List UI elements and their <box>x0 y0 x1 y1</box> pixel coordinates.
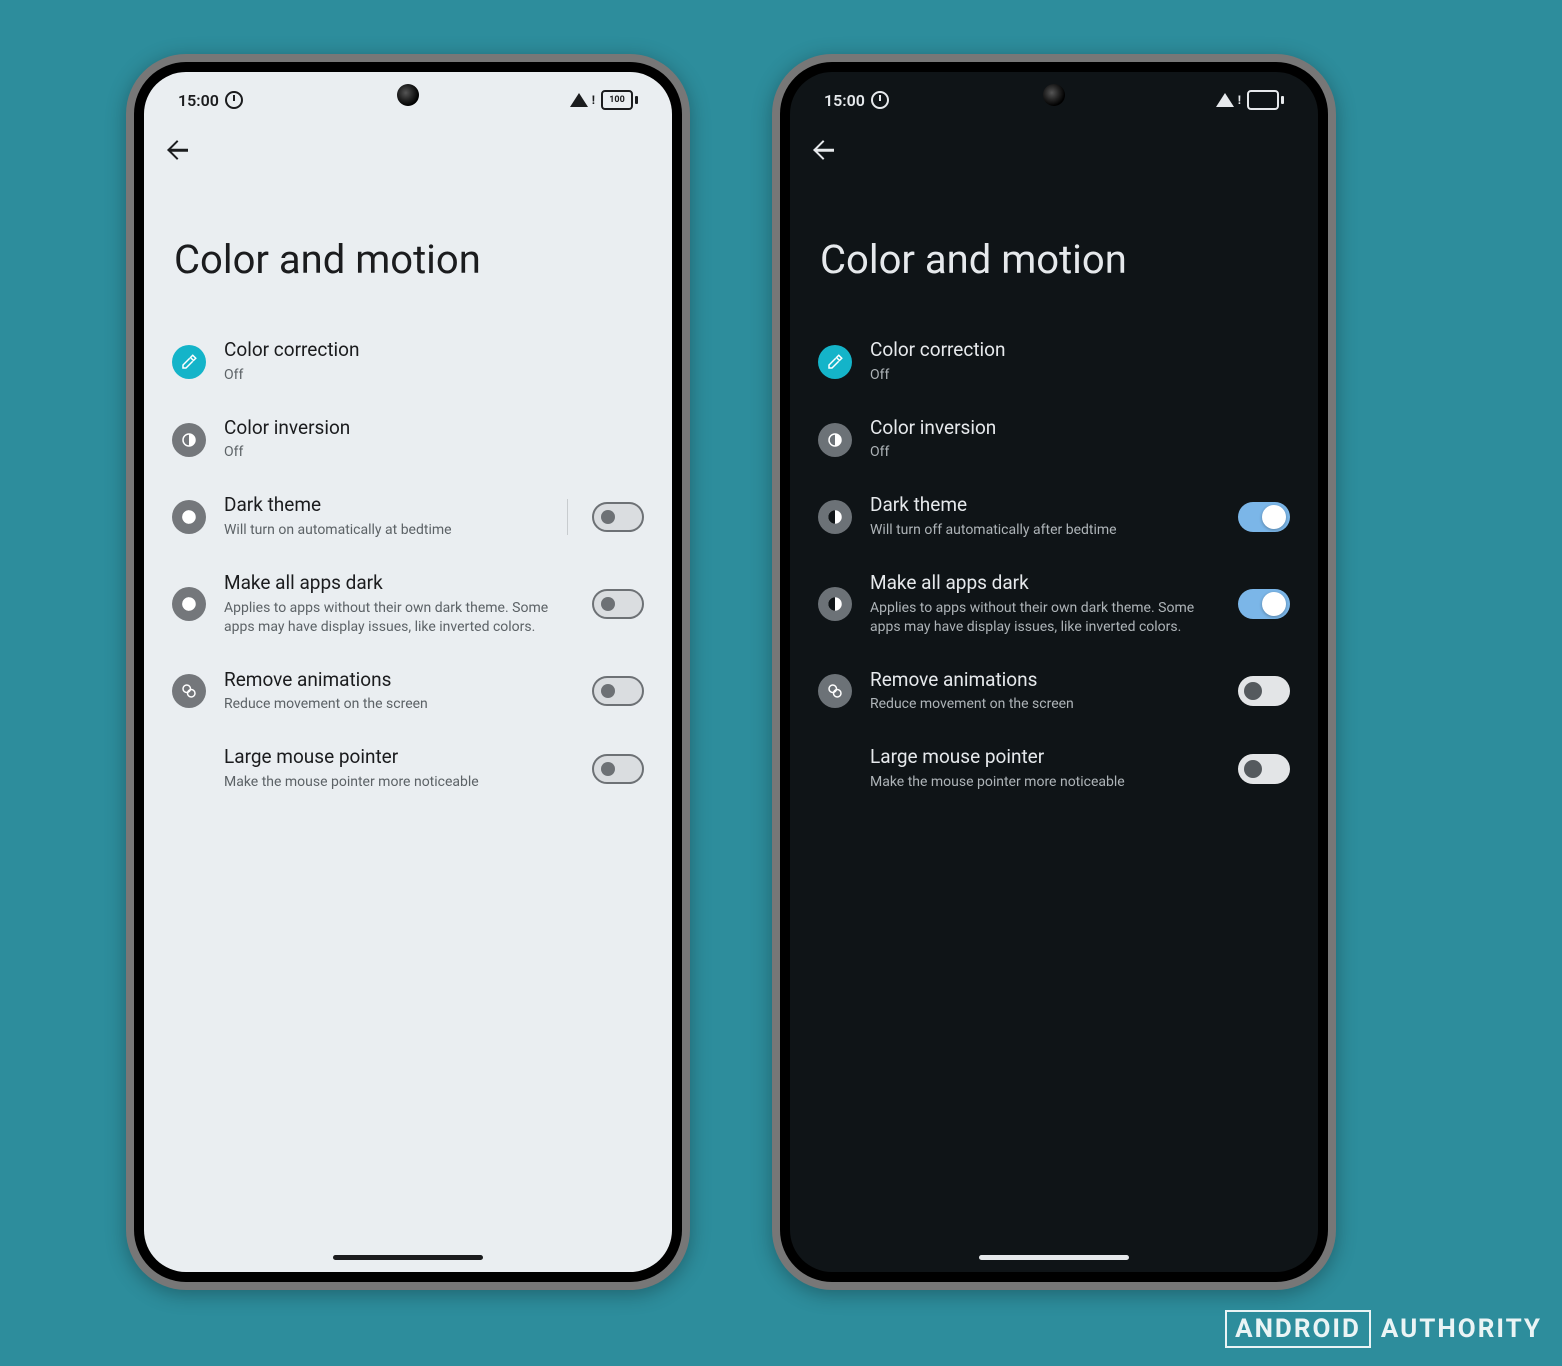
row-title: Make all apps dark <box>224 572 574 595</box>
row-title: Color inversion <box>224 417 644 440</box>
contrast-icon <box>172 423 206 457</box>
row-title: Color correction <box>224 339 644 362</box>
row-title: Large mouse pointer <box>224 746 574 769</box>
row-subtitle: Reduce movement on the screen <box>224 695 574 714</box>
row-color-inversion[interactable]: Color inversion Off <box>162 401 654 479</box>
row-color-correction[interactable]: Color correction Off <box>162 323 654 401</box>
eyedropper-icon <box>818 345 852 379</box>
make-all-apps-dark-toggle[interactable] <box>592 589 644 619</box>
animation-icon <box>818 674 852 708</box>
row-dark-theme[interactable]: Dark theme Will turn on automatically at… <box>162 478 654 556</box>
row-title: Color correction <box>870 339 1290 362</box>
row-make-all-apps-dark[interactable]: Make all apps dark Applies to apps witho… <box>162 556 654 653</box>
row-subtitle: Off <box>870 443 1290 462</box>
page-title: Color and motion <box>144 176 672 323</box>
row-title: Dark theme <box>224 494 543 517</box>
large-mouse-pointer-toggle[interactable] <box>592 754 644 784</box>
dark-theme-toggle[interactable] <box>592 502 644 532</box>
row-dark-theme[interactable]: Dark theme Will turn off automatically a… <box>808 478 1300 556</box>
timer-icon <box>225 91 243 109</box>
page-title: Color and motion <box>790 176 1318 323</box>
row-subtitle: Reduce movement on the screen <box>870 695 1220 714</box>
back-button[interactable] <box>166 138 190 162</box>
status-time: 15:00 <box>178 91 219 110</box>
row-subtitle: Off <box>224 366 644 385</box>
row-subtitle: Will turn on automatically at bedtime <box>224 521 543 540</box>
timer-icon <box>871 91 889 109</box>
row-subtitle: Make the mouse pointer more noticeable <box>224 773 574 792</box>
contrast-icon <box>818 423 852 457</box>
row-title: Color inversion <box>870 417 1290 440</box>
make-all-apps-dark-toggle[interactable] <box>1238 589 1290 619</box>
watermark: ANDROID AUTHORITY <box>1225 1310 1542 1348</box>
contrast-filled-icon <box>818 500 852 534</box>
row-title: Large mouse pointer <box>870 746 1220 769</box>
front-camera <box>397 84 419 106</box>
row-subtitle: Applies to apps without their own dark t… <box>224 599 574 637</box>
contrast-filled-icon <box>172 500 206 534</box>
battery-icon: 100 <box>601 90 638 110</box>
wifi-icon <box>1216 93 1234 107</box>
eyedropper-icon <box>172 345 206 379</box>
row-remove-animations[interactable]: Remove animations Reduce movement on the… <box>162 653 654 731</box>
row-title: Make all apps dark <box>870 572 1220 595</box>
row-color-inversion[interactable]: Color inversion Off <box>808 401 1300 479</box>
large-mouse-pointer-toggle[interactable] <box>1238 754 1290 784</box>
row-title: Remove animations <box>870 669 1220 692</box>
back-button[interactable] <box>812 138 836 162</box>
contrast-filled-icon <box>172 587 206 621</box>
row-remove-animations[interactable]: Remove animations Reduce movement on the… <box>808 653 1300 731</box>
dark-theme-toggle[interactable] <box>1238 502 1290 532</box>
row-divider <box>567 499 568 535</box>
row-subtitle: Will turn off automatically after bedtim… <box>870 521 1220 540</box>
battery-icon: 100 <box>1247 90 1284 110</box>
front-camera <box>1043 84 1065 106</box>
row-subtitle: Off <box>224 443 644 462</box>
row-subtitle: Make the mouse pointer more noticeable <box>870 773 1220 792</box>
row-large-mouse-pointer[interactable]: Large mouse pointer Make the mouse point… <box>162 730 654 808</box>
row-subtitle: Applies to apps without their own dark t… <box>870 599 1220 637</box>
row-color-correction[interactable]: Color correction Off <box>808 323 1300 401</box>
row-large-mouse-pointer[interactable]: Large mouse pointer Make the mouse point… <box>808 730 1300 808</box>
animation-icon <box>172 674 206 708</box>
wifi-alert-icon: ! <box>1238 93 1241 107</box>
row-title: Dark theme <box>870 494 1220 517</box>
row-title: Remove animations <box>224 669 574 692</box>
home-indicator[interactable] <box>979 1255 1129 1260</box>
watermark-left: ANDROID <box>1225 1310 1371 1348</box>
wifi-icon <box>570 93 588 107</box>
contrast-filled-icon <box>818 587 852 621</box>
row-make-all-apps-dark[interactable]: Make all apps dark Applies to apps witho… <box>808 556 1300 653</box>
row-subtitle: Off <box>870 366 1290 385</box>
home-indicator[interactable] <box>333 1255 483 1260</box>
remove-animations-toggle[interactable] <box>592 676 644 706</box>
wifi-alert-icon: ! <box>592 93 595 107</box>
remove-animations-toggle[interactable] <box>1238 676 1290 706</box>
status-time: 15:00 <box>824 91 865 110</box>
watermark-right: AUTHORITY <box>1381 1314 1542 1344</box>
